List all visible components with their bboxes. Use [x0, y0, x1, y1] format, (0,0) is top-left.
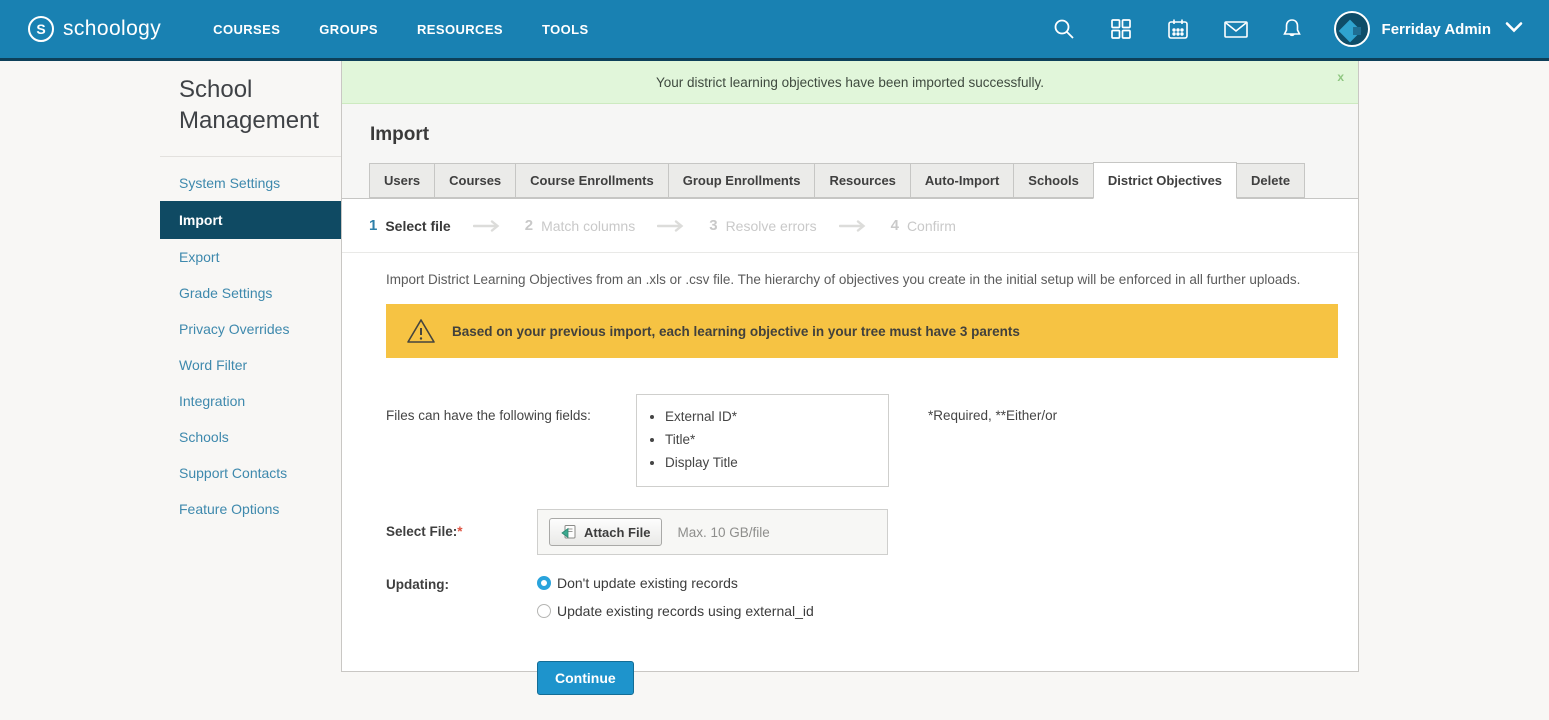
required-legend: *Required, **Either/or: [928, 394, 1057, 423]
menu-courses[interactable]: COURSES: [213, 22, 280, 37]
warning-triangle-icon: [406, 317, 436, 345]
chevron-down-icon[interactable]: [1505, 20, 1523, 38]
attach-file-icon: [561, 524, 577, 540]
sidebar-school-management: School Management System Settings Import…: [160, 74, 341, 527]
main-menu: COURSES GROUPS RESOURCES TOOLS: [213, 22, 627, 37]
required-asterisk: *: [457, 524, 462, 539]
radio-dont-update[interactable]: Don't update existing records: [537, 575, 814, 591]
fields-box: External ID* Title* Display Title: [636, 394, 889, 487]
max-file-size-note: Max. 10 GB/file: [677, 525, 769, 540]
brand-name: schoology: [63, 17, 161, 41]
step-confirm: 4 Confirm: [891, 217, 956, 234]
menu-resources[interactable]: RESOURCES: [417, 22, 503, 37]
menu-groups[interactable]: GROUPS: [319, 22, 378, 37]
step-label: Select file: [385, 218, 450, 234]
arrow-right-icon: [657, 220, 687, 232]
step-resolve-errors: 3 Resolve errors: [709, 217, 816, 234]
page-title: Import: [370, 124, 1358, 146]
updating-row: Updating: Don't update existing records …: [386, 575, 1338, 631]
radio-unselected-icon[interactable]: [537, 604, 551, 618]
step-match-columns: 2 Match columns: [525, 217, 636, 234]
tab-schools[interactable]: Schools: [1013, 163, 1094, 198]
field-title: Title*: [665, 428, 878, 451]
radio-label: Update existing records using external_i…: [557, 603, 814, 619]
select-file-row: Select File:* Attach File Max. 10 GB/fil…: [386, 509, 1338, 555]
warning-banner: Based on your previous import, each lear…: [386, 304, 1338, 358]
continue-row: Continue: [386, 661, 1338, 695]
notifications-icon[interactable]: [1280, 17, 1304, 41]
sidebar-item-export[interactable]: Export: [160, 239, 341, 275]
sidebar-item-feature-options[interactable]: Feature Options: [160, 491, 341, 527]
tab-courses[interactable]: Courses: [434, 163, 516, 198]
field-display-title: Display Title: [665, 451, 878, 474]
import-form: Files can have the following fields: Ext…: [342, 358, 1358, 695]
step-number: 4: [891, 217, 899, 234]
user-name[interactable]: Ferriday Admin: [1382, 21, 1491, 38]
radio-selected-icon[interactable]: [537, 576, 551, 590]
top-navbar: S schoology COURSES GROUPS RESOURCES TOO…: [0, 0, 1549, 61]
tab-users[interactable]: Users: [369, 163, 435, 198]
wizard-steps: 1 Select file 2 Match columns 3 Resolve …: [342, 199, 1358, 253]
main-panel: Your district learning objectives have b…: [341, 61, 1359, 672]
sidebar-item-integration[interactable]: Integration: [160, 383, 341, 419]
attach-file-button[interactable]: Attach File: [549, 518, 662, 546]
sidebar-item-grade-settings[interactable]: Grade Settings: [160, 275, 341, 311]
success-banner: Your district learning objectives have b…: [342, 61, 1358, 104]
step-label: Confirm: [907, 218, 956, 234]
sidebar-item-system-settings[interactable]: System Settings: [160, 165, 341, 201]
updating-options: Don't update existing records Update exi…: [537, 575, 814, 631]
attach-file-box: Attach File Max. 10 GB/file: [537, 509, 888, 555]
step-number: 1: [369, 217, 377, 234]
tab-group-enrollments[interactable]: Group Enrollments: [668, 163, 816, 198]
fields-row: Files can have the following fields: Ext…: [386, 394, 1338, 487]
close-icon[interactable]: x: [1337, 70, 1344, 84]
success-message: Your district learning objectives have b…: [656, 75, 1044, 90]
tab-resources[interactable]: Resources: [814, 163, 910, 198]
navbar-right: Ferriday Admin: [1019, 11, 1523, 47]
arrow-right-icon: [473, 220, 503, 232]
panel-header: Import Users Courses Course Enrollments …: [342, 104, 1358, 199]
tab-course-enrollments[interactable]: Course Enrollments: [515, 163, 669, 198]
sidebar-divider: [160, 156, 341, 157]
schoology-s-icon: S: [28, 16, 54, 42]
step-number: 2: [525, 217, 533, 234]
select-file-label-text: Select File:: [386, 524, 457, 539]
radio-label: Don't update existing records: [557, 575, 738, 591]
sidebar-item-import[interactable]: Import: [160, 201, 341, 239]
messages-icon[interactable]: [1223, 17, 1247, 41]
user-avatar[interactable]: [1334, 11, 1370, 47]
calendar-icon[interactable]: [1166, 17, 1190, 41]
sidebar-title: School Management: [160, 74, 341, 136]
step-label: Match columns: [541, 218, 635, 234]
apps-grid-icon[interactable]: [1109, 17, 1133, 41]
updating-label: Updating:: [386, 575, 537, 592]
search-icon[interactable]: [1052, 17, 1076, 41]
arrow-right-icon: [839, 220, 869, 232]
sidebar-item-support-contacts[interactable]: Support Contacts: [160, 455, 341, 491]
step-select-file: 1 Select file: [369, 217, 451, 234]
import-description: Import District Learning Objectives from…: [342, 253, 1358, 287]
sidebar-item-word-filter[interactable]: Word Filter: [160, 347, 341, 383]
tab-auto-import[interactable]: Auto-Import: [910, 163, 1014, 198]
menu-tools[interactable]: TOOLS: [542, 22, 589, 37]
tab-delete[interactable]: Delete: [1236, 163, 1305, 198]
schoology-logo[interactable]: S schoology: [28, 16, 161, 42]
continue-button[interactable]: Continue: [537, 661, 634, 695]
warning-text: Based on your previous import, each lear…: [452, 324, 1020, 339]
attach-file-button-label: Attach File: [584, 525, 650, 540]
tab-district-objectives[interactable]: District Objectives: [1093, 162, 1237, 199]
sidebar-item-schools[interactable]: Schools: [160, 419, 341, 455]
import-tabs: Users Courses Course Enrollments Group E…: [342, 162, 1358, 198]
step-number: 3: [709, 217, 717, 234]
fields-label: Files can have the following fields:: [386, 394, 636, 423]
step-label: Resolve errors: [726, 218, 817, 234]
radio-update-external-id[interactable]: Update existing records using external_i…: [537, 603, 814, 619]
select-file-label: Select File:*: [386, 509, 537, 539]
sidebar-item-privacy-overrides[interactable]: Privacy Overrides: [160, 311, 341, 347]
field-external-id: External ID*: [665, 405, 878, 428]
